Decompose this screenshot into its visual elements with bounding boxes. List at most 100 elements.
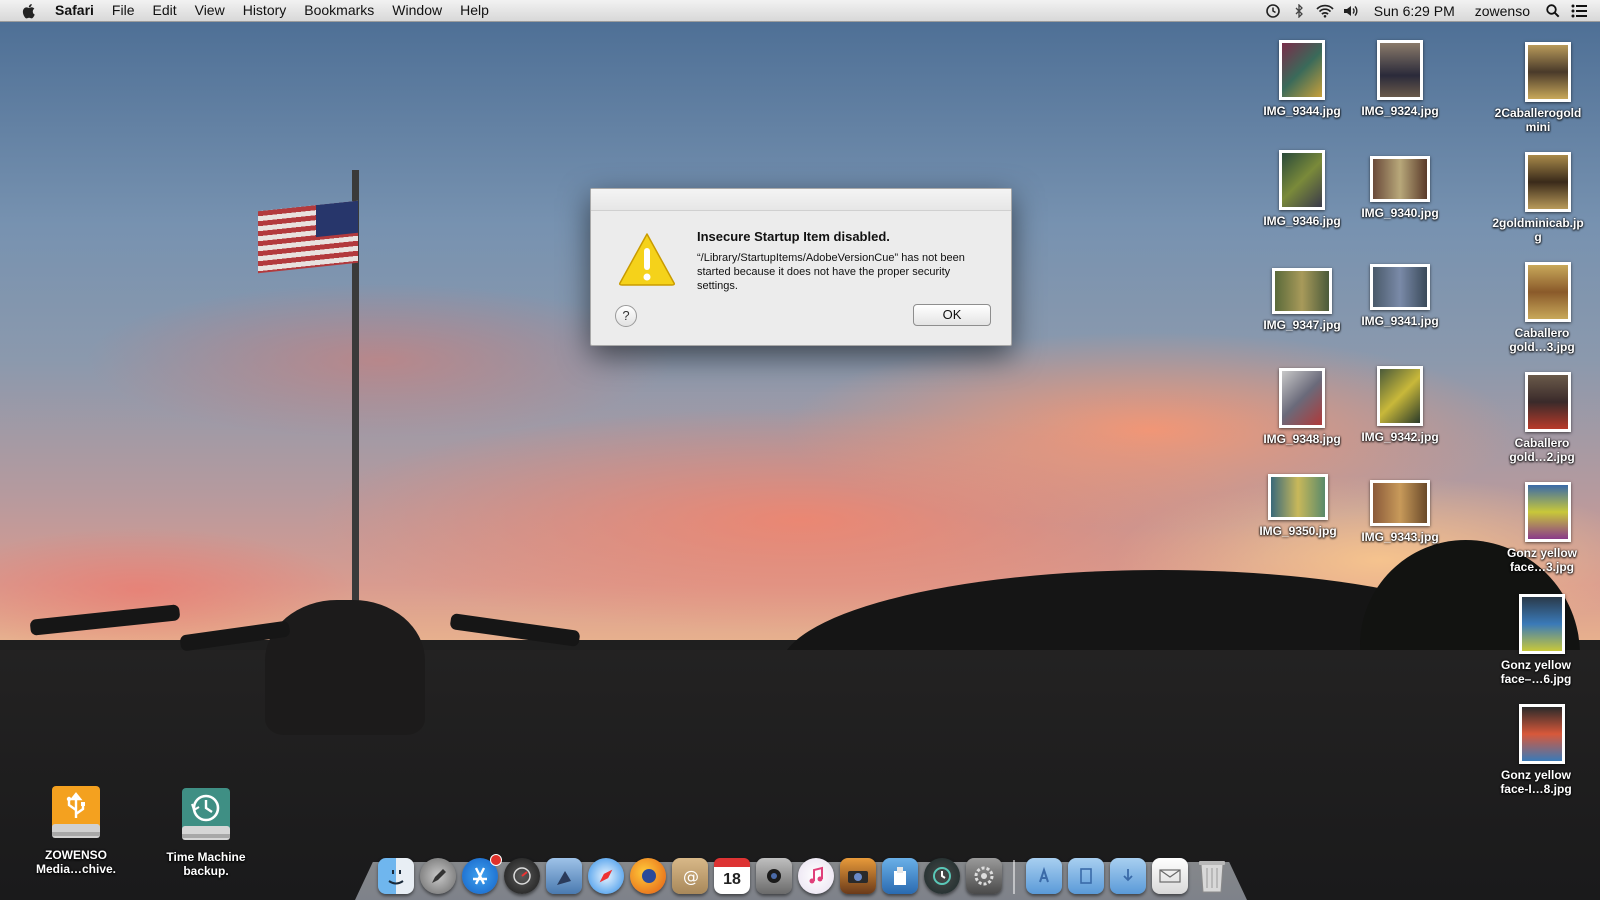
time-machine-status-icon[interactable]	[1260, 0, 1286, 21]
drive-label: ZOWENSO Media…chive.	[35, 848, 117, 876]
app-store-icon[interactable]	[462, 854, 502, 894]
menu-bookmarks[interactable]: Bookmarks	[295, 0, 383, 21]
dashboard-icon[interactable]	[504, 858, 540, 894]
image-thumbnail-icon	[1519, 594, 1565, 654]
file-label: IMG_9342.jpg	[1361, 430, 1439, 444]
wifi-status-icon[interactable]	[1312, 0, 1338, 21]
dialog-titlebar	[591, 189, 1011, 211]
file-label: IMG_9340.jpg	[1361, 206, 1439, 220]
menu-edit[interactable]: Edit	[143, 0, 185, 21]
file-label: IMG_9341.jpg	[1361, 314, 1439, 328]
desktop-file-icon[interactable]: Caballero gold…3.jpg	[1496, 262, 1600, 354]
notification-center-icon[interactable]	[1566, 0, 1592, 21]
image-thumbnail-icon	[1279, 40, 1325, 100]
file-label: Gonz yellow face-I…8.jpg	[1500, 768, 1572, 796]
desktop-file-icon[interactable]: IMG_9350.jpg	[1248, 474, 1348, 538]
file-label: IMG_9350.jpg	[1259, 524, 1337, 538]
file-label: 2goldminicab.jpg	[1492, 216, 1584, 244]
desktop-file-icon[interactable]: IMG_9342.jpg	[1350, 366, 1450, 444]
documents-folder-icon[interactable]	[1068, 858, 1104, 894]
desktop-file-icon[interactable]: IMG_9343.jpg	[1350, 480, 1450, 544]
mail-stack-icon[interactable]	[1152, 858, 1188, 894]
file-label: IMG_9343.jpg	[1361, 530, 1439, 544]
menu-window[interactable]: Window	[383, 0, 451, 21]
image-thumbnail-icon	[1525, 42, 1571, 102]
file-label: IMG_9348.jpg	[1263, 432, 1341, 446]
image-thumbnail-icon	[1525, 152, 1571, 212]
desktop-file-icon[interactable]: 2goldminicab.jpg	[1492, 152, 1600, 244]
image-thumbnail-icon	[1370, 156, 1430, 202]
downloads-folder-icon[interactable]	[1110, 858, 1146, 894]
usb-drive-icon	[48, 784, 104, 844]
desktop-wallpaper	[0, 0, 1600, 900]
firefox-icon[interactable]	[630, 858, 666, 894]
desktop-file-icon[interactable]: IMG_9341.jpg	[1350, 264, 1450, 328]
file-label: IMG_9347.jpg	[1263, 318, 1341, 332]
preview-icon[interactable]	[546, 858, 582, 894]
menu-history[interactable]: History	[234, 0, 296, 21]
dock: @ 18	[375, 850, 1233, 894]
apple-menu-icon[interactable]	[18, 0, 40, 21]
external-drive[interactable]: ZOWENSO Media…chive.	[26, 784, 126, 876]
warning-icon	[617, 231, 677, 287]
desktop-file-icon[interactable]: IMG_9324.jpg	[1350, 40, 1450, 118]
applications-folder-icon[interactable]	[1026, 858, 1062, 894]
file-label: 2Caballerogoldmini	[1494, 106, 1582, 134]
menu-help[interactable]: Help	[451, 0, 498, 21]
desktop-file-icon[interactable]: IMG_9346.jpg	[1252, 150, 1352, 228]
image-thumbnail-icon	[1519, 704, 1565, 764]
time-machine-icon[interactable]	[924, 858, 960, 894]
finder-icon[interactable]	[378, 858, 414, 894]
volume-status-icon[interactable]	[1338, 0, 1364, 21]
contacts-icon[interactable]: @	[672, 858, 708, 894]
menubar-clock[interactable]: Sun 6:29 PM	[1364, 3, 1465, 19]
menu-view[interactable]: View	[186, 0, 234, 21]
desktop-file-icon[interactable]: IMG_9347.jpg	[1252, 268, 1352, 332]
bluetooth-status-icon[interactable]	[1286, 0, 1312, 21]
image-thumbnail-icon	[1525, 372, 1571, 432]
launchpad-icon[interactable]	[420, 858, 456, 894]
dialog-title: Insecure Startup Item disabled.	[697, 229, 890, 244]
file-label: Gonz yellow face–…6.jpg	[1500, 658, 1572, 686]
file-label: IMG_9344.jpg	[1263, 104, 1341, 118]
safari-icon[interactable]	[588, 858, 624, 894]
calendar-day: 18	[723, 871, 741, 888]
image-thumbnail-icon	[1370, 264, 1430, 310]
trash-icon[interactable]	[1194, 858, 1230, 894]
ok-button[interactable]: OK	[913, 304, 991, 326]
image-thumbnail-icon	[1272, 268, 1332, 314]
time-machine-drive[interactable]: Time Machine backup.	[156, 786, 256, 878]
notification-badge	[490, 854, 502, 866]
utility-icon[interactable]	[882, 858, 918, 894]
spotlight-search-icon[interactable]	[1540, 0, 1566, 21]
alert-dialog: Insecure Startup Item disabled. “/Librar…	[590, 188, 1012, 346]
image-thumbnail-icon	[1525, 482, 1571, 542]
desktop-file-icon[interactable]: Gonz yellow face-I…8.jpg	[1490, 704, 1594, 796]
desktop-file-icon[interactable]: Caballero gold…2.jpg	[1496, 372, 1600, 464]
desktop-file-icon[interactable]: Gonz yellow face–…6.jpg	[1490, 594, 1594, 686]
image-thumbnail-icon	[1377, 40, 1423, 100]
iphoto-icon[interactable]	[840, 858, 876, 894]
photo-booth-icon[interactable]	[756, 858, 792, 894]
desktop-file-icon[interactable]: Gonz yellow face…3.jpg	[1496, 482, 1600, 574]
file-label: Caballero gold…2.jpg	[1509, 436, 1575, 464]
time-machine-drive-icon	[178, 786, 234, 846]
itunes-icon[interactable]	[798, 858, 834, 894]
dock-separator	[1013, 860, 1015, 894]
menu-app-safari[interactable]: Safari	[46, 0, 103, 21]
calendar-icon[interactable]: 18	[714, 858, 750, 894]
menu-file[interactable]: File	[103, 0, 144, 21]
desktop-file-icon[interactable]: 2Caballerogoldmini	[1495, 42, 1600, 134]
dialog-message: “/Library/StartupItems/AdobeVersionCue” …	[697, 252, 965, 292]
system-preferences-icon[interactable]	[966, 858, 1002, 894]
desktop-file-icon[interactable]: IMG_9348.jpg	[1252, 368, 1352, 446]
file-label: IMG_9346.jpg	[1263, 214, 1341, 228]
help-button[interactable]: ?	[615, 305, 637, 327]
image-thumbnail-icon	[1377, 366, 1423, 426]
image-thumbnail-icon	[1279, 150, 1325, 210]
desktop-file-icon[interactable]: IMG_9340.jpg	[1350, 156, 1450, 220]
menubar-user[interactable]: zowenso	[1465, 3, 1540, 19]
menu-bar: Safari File Edit View History Bookmarks …	[0, 0, 1600, 22]
file-label: IMG_9324.jpg	[1361, 104, 1439, 118]
desktop-file-icon[interactable]: IMG_9344.jpg	[1252, 40, 1352, 118]
